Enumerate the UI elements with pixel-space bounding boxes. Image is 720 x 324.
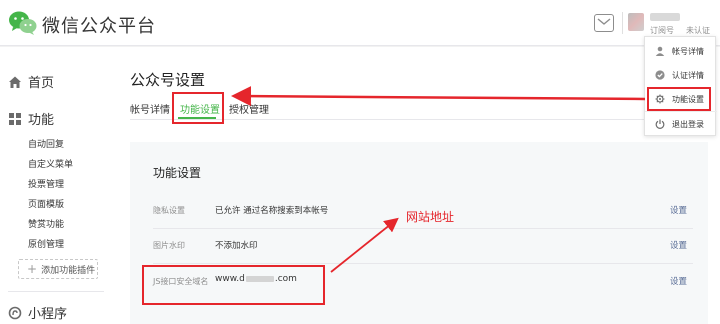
top-header: 微信公众平台 订阅号 未认证: [0, 0, 720, 46]
menu-item-account-details[interactable]: 帐号详情: [645, 39, 717, 63]
account-type-label: 订阅号: [650, 26, 674, 35]
website-address-annotation: 网站地址: [406, 210, 455, 224]
tab-account-details[interactable]: 帐号详情: [130, 101, 170, 116]
user-icon: [655, 46, 665, 56]
plus-icon: +: [27, 262, 38, 276]
grid-icon: [9, 112, 21, 125]
privacy-settings-link[interactable]: 设置: [670, 204, 687, 216]
nav-functions[interactable]: 功能: [8, 109, 54, 128]
account-dropdown-menu: 帐号详情 认证详情 功能设置 退出登录: [644, 36, 717, 136]
add-plugin-button[interactable]: + 添加功能插件: [18, 259, 98, 279]
nav-home-label: 首页: [28, 76, 55, 91]
sidebar-item-reward[interactable]: 赞赏功能: [28, 217, 64, 230]
js-domain-settings-link[interactable]: 设置: [670, 275, 687, 287]
nav-home[interactable]: 首页: [8, 72, 54, 91]
watermark-settings-link[interactable]: 设置: [670, 239, 687, 251]
account-avatar[interactable]: [628, 13, 644, 31]
menu-item-label: 帐号详情: [672, 46, 704, 56]
row-value: 已允许 通过名称搜索到本帐号: [215, 206, 329, 216]
nav-mini-program[interactable]: 小程序: [8, 303, 67, 322]
brand-title: 微信公众平台: [42, 16, 156, 37]
row-label: 图片水印: [153, 241, 185, 250]
sidebar-item-auto-reply[interactable]: 自动回复: [28, 137, 64, 150]
highlight-tab-function-settings: [172, 92, 224, 124]
highlight-js-domain-row: [142, 265, 325, 305]
sidebar-item-custom-menu[interactable]: 自定义菜单: [28, 157, 73, 170]
left-sidebar: 首页 功能 自动回复 自定义菜单 投票管理 页面模版 赞赏功能 原创管理 + 添…: [0, 47, 112, 324]
menu-item-label: 认证详情: [672, 70, 704, 80]
check-badge-icon: [655, 70, 665, 80]
settings-row-watermark: 图片水印 不添加水印 设置: [153, 228, 693, 264]
page-title: 公众号设置: [130, 71, 206, 89]
menu-item-label: 退出登录: [672, 119, 704, 129]
message-button[interactable]: [594, 14, 614, 32]
nav-mini-program-label: 小程序: [28, 307, 68, 322]
wechat-logo-icon: [9, 11, 37, 35]
row-label: 隐私设置: [153, 206, 185, 215]
sidebar-divider: [8, 291, 104, 292]
account-name-blurred[interactable]: [650, 13, 680, 21]
nav-functions-label: 功能: [28, 113, 55, 128]
envelope-icon: [597, 18, 611, 25]
section-title: 功能设置: [153, 166, 202, 180]
home-icon: [9, 76, 21, 88]
menu-item-verify-details[interactable]: 认证详情: [645, 63, 717, 87]
add-plugin-label: 添加功能插件: [41, 265, 96, 276]
mini-program-icon: [8, 306, 22, 319]
verify-status-label: 未认证: [686, 26, 710, 35]
power-icon: [655, 119, 665, 129]
sidebar-item-page-template[interactable]: 页面模版: [28, 197, 64, 210]
highlight-menu-function-settings: [647, 87, 711, 111]
tab-authorization[interactable]: 授权管理: [229, 101, 269, 116]
menu-item-logout[interactable]: 退出登录: [645, 112, 717, 136]
sidebar-item-vote[interactable]: 投票管理: [28, 177, 64, 190]
header-divider: [622, 12, 623, 34]
sidebar-item-original[interactable]: 原创管理: [28, 237, 64, 250]
row-value: 不添加水印: [215, 241, 258, 251]
